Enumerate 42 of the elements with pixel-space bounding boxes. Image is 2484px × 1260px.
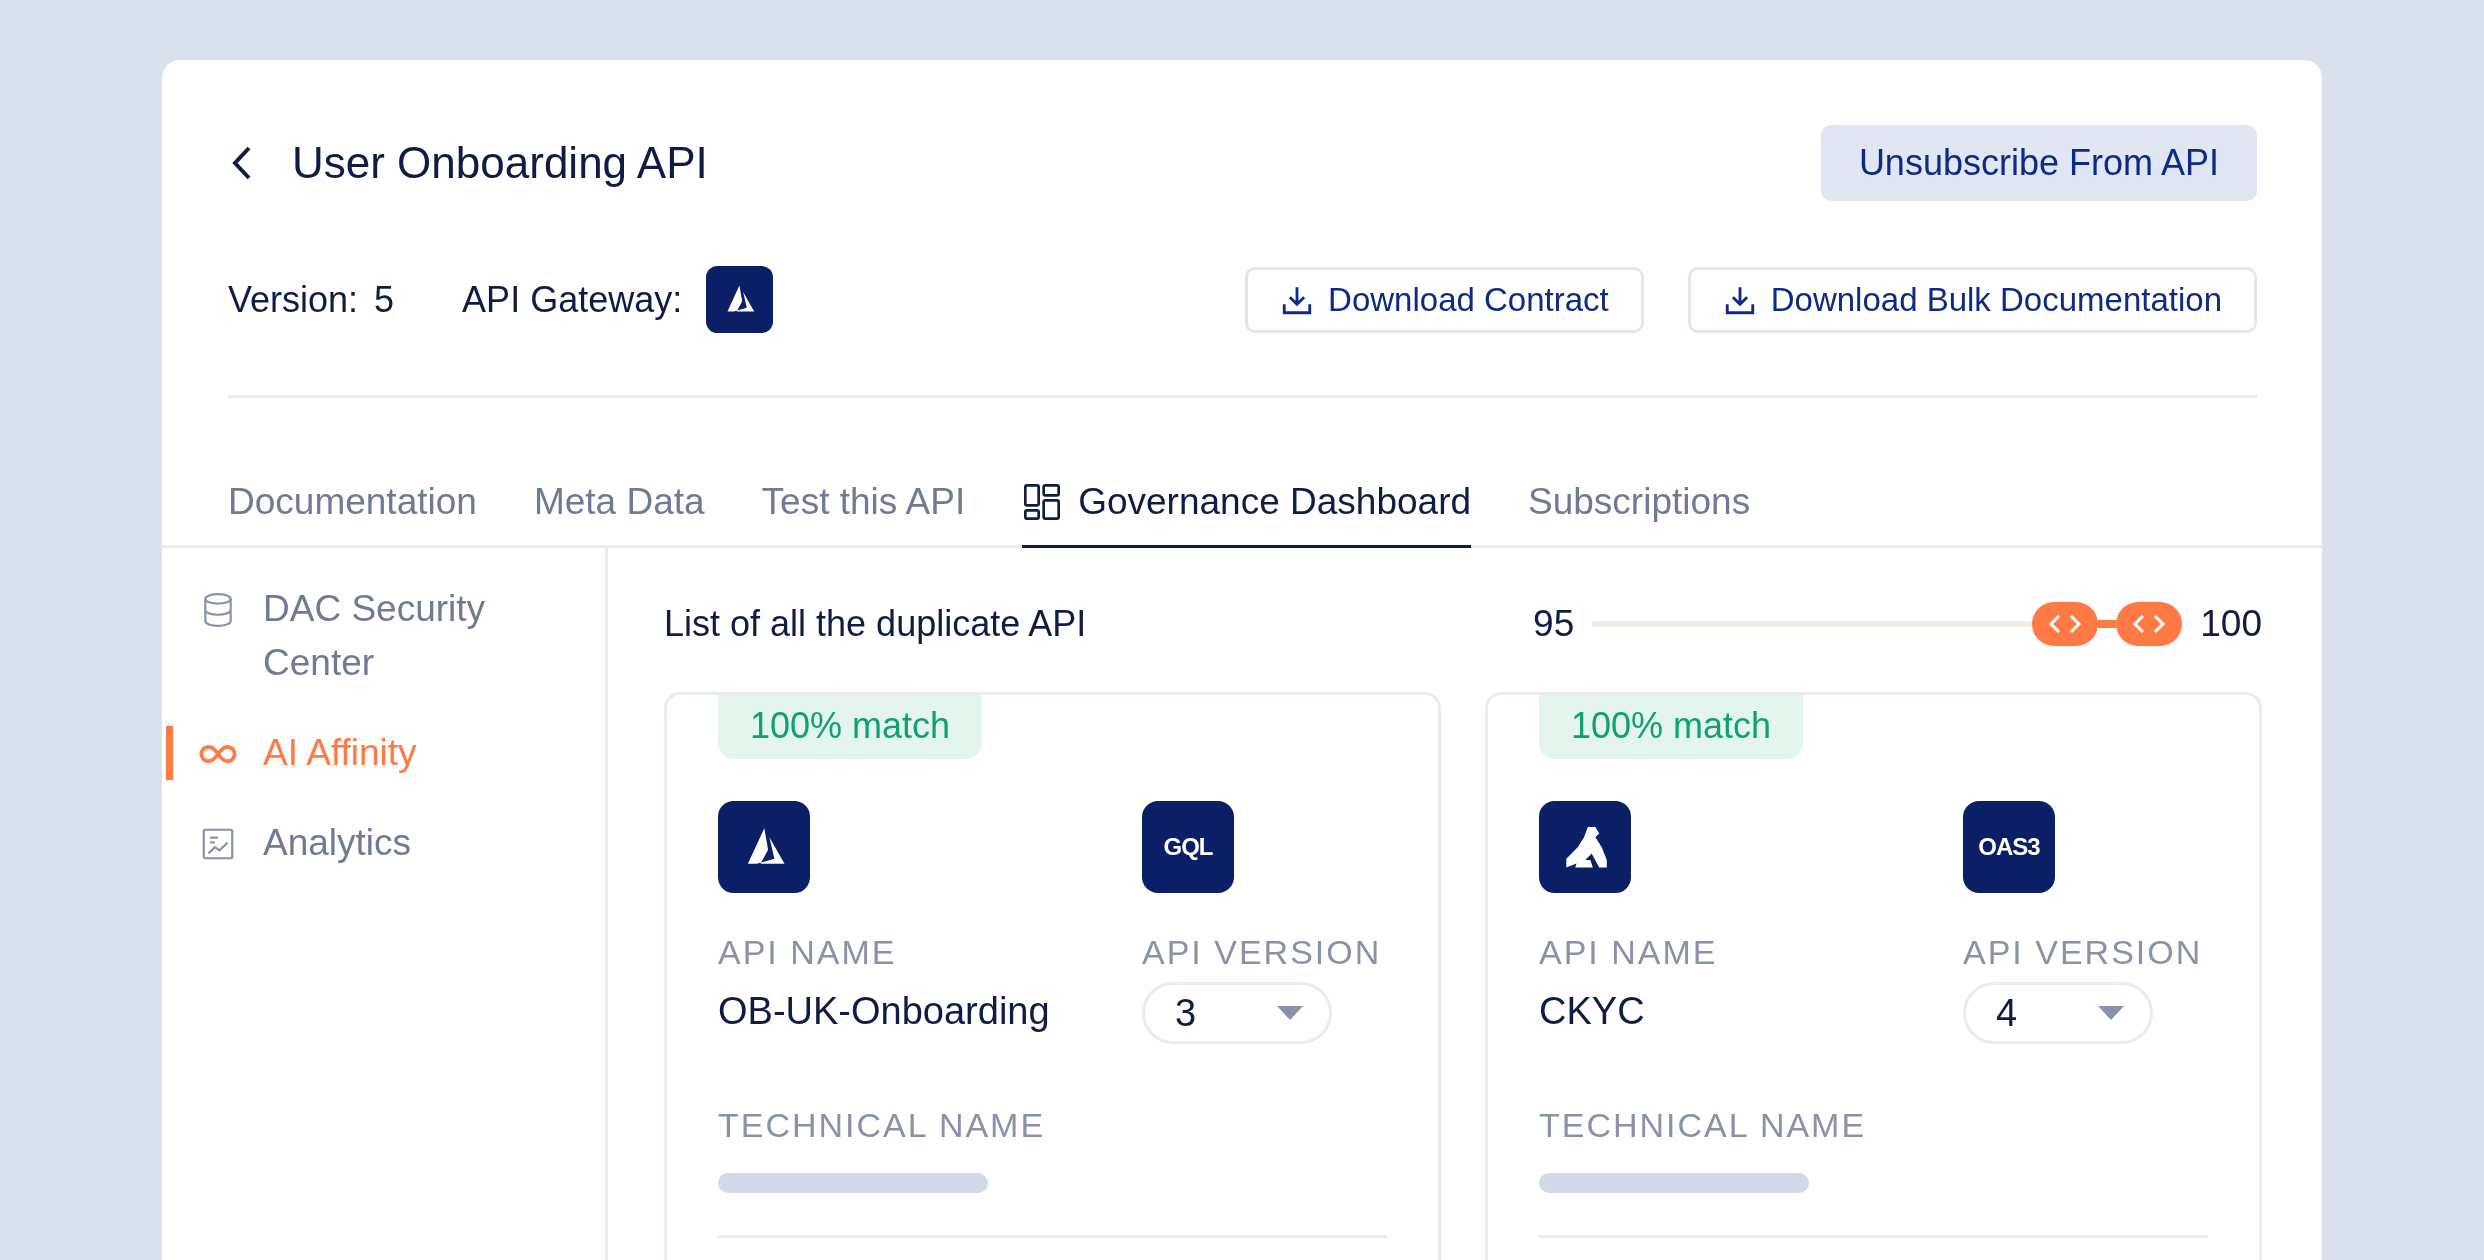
dashboard-icon [1022, 481, 1063, 522]
download-button[interactable]: Download Bulk Documentation [1687, 266, 2257, 333]
field-label: TECHNICAL NAME [1539, 1106, 1868, 1145]
tab[interactable]: Subscriptions [1528, 458, 1751, 548]
page-title: User Onboarding API [292, 138, 708, 188]
version-value: 5 [374, 278, 395, 321]
field-label: API VERSION [1963, 933, 2203, 972]
field-label: API NAME [1539, 933, 1718, 972]
gateway-logo-icon [706, 266, 774, 333]
range-slider[interactable] [1592, 602, 2183, 646]
gateway-logo-icon [718, 801, 810, 893]
api-name: OB-UK-Onboarding [718, 990, 1050, 1033]
caret-icon [2098, 1006, 2124, 1020]
caret-icon [1277, 1006, 1303, 1020]
slider-max-label: 100 [2200, 603, 2262, 645]
match-badge: 100% match [718, 695, 983, 759]
version-dropdown[interactable]: 3 [1142, 982, 1332, 1044]
field-label: TECHNICAL NAME [718, 1106, 1047, 1145]
tab[interactable]: Test this API [761, 458, 966, 548]
tab[interactable]: Meta Data [533, 458, 705, 548]
download-button[interactable]: Download Contract [1245, 266, 1644, 333]
slider-range-fill [2098, 620, 2117, 628]
gateway-label: API Gateway: [462, 278, 683, 321]
version-label: Version: [228, 278, 359, 321]
tab[interactable]: Documentation [228, 458, 477, 548]
field-label: API VERSION [1142, 933, 1382, 972]
slider-thumb[interactable] [2032, 602, 2099, 646]
gateway-logo-icon [1539, 801, 1631, 893]
sidebar-item[interactable]: DAC Security Center [166, 582, 605, 690]
field-label: API NAME [718, 933, 897, 972]
api-name: CKYC [1539, 990, 1645, 1033]
spec-badge: OAS3 [1963, 801, 2055, 893]
slider-min-label: 95 [1533, 603, 1575, 645]
version-dropdown[interactable]: 4 [1963, 982, 2153, 1044]
sidebar-item[interactable]: Analytics [166, 816, 605, 870]
tab[interactable]: Governance Dashboard [1022, 458, 1472, 548]
match-badge: 100% match [1539, 695, 1804, 759]
slider-thumb[interactable] [2116, 602, 2183, 646]
spec-badge: GQL [1142, 801, 1234, 893]
section-title: List of all the duplicate API [664, 603, 1087, 645]
unsubscribe-button[interactable]: Unsubscribe From API [1820, 125, 2257, 201]
sidebar-item[interactable]: AI Affinity [166, 726, 605, 780]
